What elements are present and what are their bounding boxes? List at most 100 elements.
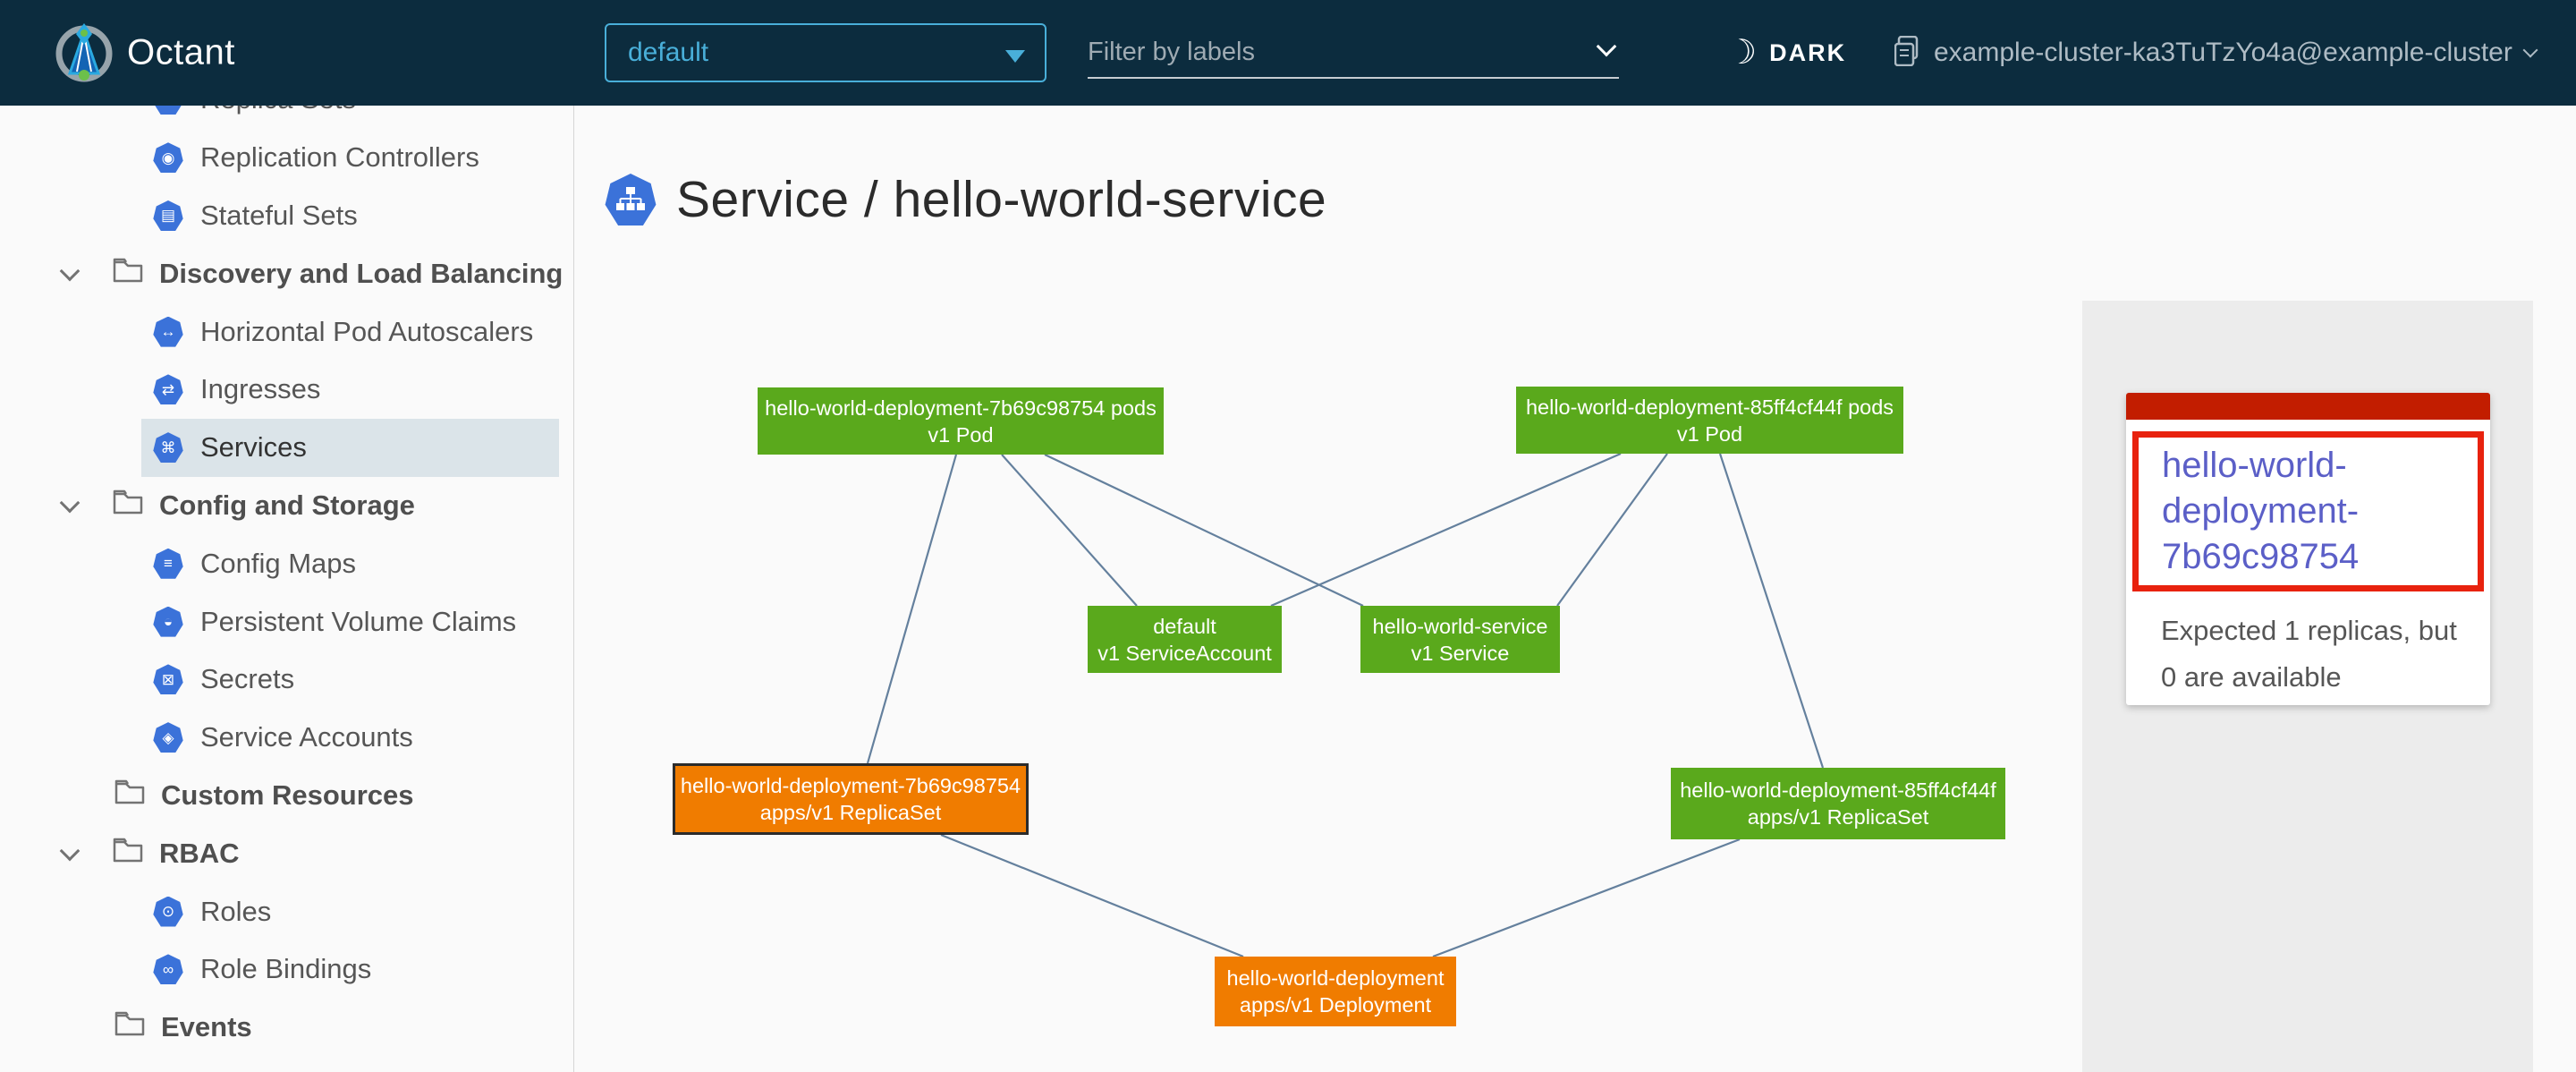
hpa-icon: ↔ — [153, 317, 183, 347]
sidebar-item-label: Persistent Volume Claims — [200, 606, 516, 638]
chevron-down-icon[interactable] — [60, 260, 80, 281]
sidebar-item-custom-resources[interactable]: Custom Resources — [0, 767, 573, 825]
sidebar-item-role-bindings[interactable]: ∞Role Bindings — [0, 940, 573, 999]
sidebar-item-label: Replica Sets — [200, 106, 356, 115]
graph-node-kind: apps/v1 ReplicaSet — [1748, 804, 1928, 830]
graph-node-pods-7b69c98754[interactable]: hello-world-deployment-7b69c98754 podsv1… — [758, 387, 1164, 455]
sidebar-item-label: Config and Storage — [159, 489, 415, 522]
sidebar-item-horizontal-pod-autoscalers[interactable]: ↔ Horizontal Pod Autoscalers — [0, 302, 573, 361]
folder-icon — [114, 1011, 161, 1043]
sidebar-item-label: Stateful Sets — [200, 200, 358, 232]
alert-card: hello-world-deployment-7b69c98754 Expect… — [2126, 393, 2490, 705]
graph-edge-pods-85ff4cf44f--replicaset-85ff4cf44f — [1720, 454, 1823, 768]
graph-node-kind: v1 Pod — [1677, 421, 1742, 447]
graph-node-deployment-hello-world[interactable]: hello-world-deploymentapps/v1 Deployment — [1215, 957, 1456, 1026]
role-binding-icon: ∞ — [153, 954, 183, 984]
graph-node-replicaset-7b69c98754[interactable]: hello-world-deployment-7b69c98754apps/v1… — [673, 763, 1029, 835]
theme-toggle-label: DARK — [1769, 39, 1846, 67]
sidebar-item-label: Secrets — [200, 663, 294, 695]
service-account-icon: ◈ — [153, 722, 183, 753]
sidebar-item-label: Events — [161, 1011, 252, 1043]
main-content: Service / hello-world-service SummaryRes… — [574, 106, 2576, 1072]
alert-highlight-box: hello-world-deployment-7b69c98754 — [2132, 431, 2484, 591]
sidebar-item-label: Horizontal Pod Autoscalers — [200, 316, 533, 348]
graph-edge-pods-85ff4cf44f--serviceaccount-default — [1271, 454, 1621, 606]
folder-icon — [113, 258, 159, 290]
caret-down-icon — [1005, 50, 1025, 63]
graph-node-kind: v1 ServiceAccount — [1097, 640, 1272, 667]
alert-message: Expected 1 replicas, but 0 are available — [2161, 608, 2474, 701]
cluster-context-label: example-cluster-ka3TuTzYo4a@example-clus… — [1934, 38, 2512, 68]
namespace-selector[interactable]: default — [605, 23, 1046, 82]
sidebar-item-secrets[interactable]: ⊠ Secrets — [0, 651, 573, 709]
sidebar-item-replication-controllers[interactable]: ◉Replication Controllers — [0, 129, 573, 187]
sidebar: ⊞ Replica Sets ◉Replication Controllers ▤ St… — [0, 106, 574, 1072]
graph-node-name: hello-world-deployment-85ff4cf44f pods — [1526, 394, 1894, 421]
app-header: Octant default ☾ DARK example-cluster-ka… — [0, 0, 2576, 106]
role-icon: ⊙ — [153, 897, 183, 927]
chevron-down-icon[interactable] — [60, 840, 80, 861]
graph-edge-replicaset-85ff4cf44f--deployment-hello-world — [1433, 839, 1740, 957]
graph-edge-replicaset-7b69c98754--deployment-hello-world — [941, 835, 1243, 957]
page-title: Service / hello-world-service — [676, 170, 1326, 229]
graph-node-name: hello-world-deployment-7b69c98754 pods — [765, 395, 1157, 421]
theme-toggle-button[interactable]: ☾ DARK — [1726, 0, 1846, 106]
sidebar-item-ingresses[interactable]: ⇄ Ingresses — [0, 361, 573, 419]
ingress-icon: ⇄ — [153, 374, 183, 404]
sidebar-item-persistent-volume-claims[interactable]: ◒ Persistent Volume Claims — [0, 592, 573, 651]
namespace-value: default — [628, 38, 708, 68]
sidebar-item-label: Replication Controllers — [200, 141, 479, 174]
sidebar-item-label: Roles — [200, 896, 271, 928]
service-icon: ⌘ — [153, 432, 183, 463]
sidebar-item-config-and-storage[interactable]: Config and Storage — [0, 477, 573, 535]
graph-node-service-hello-world[interactable]: hello-world-servicev1 Service — [1360, 606, 1560, 673]
config-map-icon: ≡ — [153, 549, 183, 579]
sidebar-item-events[interactable]: Events — [0, 999, 573, 1057]
sidebar-item-stateful-sets[interactable]: ▤ Stateful Sets — [0, 187, 573, 245]
sidebar-item-discovery-and-load-balancing[interactable]: Discovery and Load Balancing — [0, 244, 573, 302]
folder-icon — [113, 489, 159, 522]
stateful-set-icon: ▤ — [153, 200, 183, 231]
graph-node-kind: apps/v1 ReplicaSet — [760, 799, 941, 826]
sidebar-item-replica-sets[interactable]: ⊞ Replica Sets — [0, 106, 573, 129]
chevron-down-icon[interactable] — [60, 493, 80, 514]
graph-node-replicaset-85ff4cf44f[interactable]: hello-world-deployment-85ff4cf44fapps/v1… — [1671, 768, 2005, 839]
secret-icon: ⊠ — [153, 664, 183, 694]
graph-node-name: hello-world-deployment — [1227, 965, 1445, 991]
replicaset-link[interactable]: hello-world-deployment-7b69c98754 — [2162, 443, 2465, 580]
folder-icon — [114, 779, 161, 812]
app-title: Octant — [127, 33, 235, 73]
graph-edge-pods-7b69c98754--service-hello-world — [1045, 455, 1363, 606]
page-header: Service / hello-world-service — [605, 170, 1326, 229]
graph-node-serviceaccount-default[interactable]: defaultv1 ServiceAccount — [1088, 606, 1282, 673]
graph-node-pods-85ff4cf44f[interactable]: hello-world-deployment-85ff4cf44f podsv1… — [1516, 387, 1903, 454]
cluster-icon — [1894, 36, 1921, 71]
alert-card-header — [2126, 393, 2490, 420]
sidebar-item-label: Discovery and Load Balancing — [159, 258, 563, 290]
graph-edge-pods-7b69c98754--replicaset-7b69c98754 — [868, 455, 956, 763]
label-filter — [1088, 27, 1619, 79]
sidebar-item-service-accounts[interactable]: ◈ Service Accounts — [0, 709, 573, 767]
service-icon — [605, 174, 657, 225]
graph-node-kind: apps/v1 Deployment — [1240, 991, 1431, 1018]
moon-icon: ☾ — [1726, 36, 1757, 70]
sidebar-item-label: Custom Resources — [161, 779, 414, 812]
sidebar-item-rbac[interactable]: RBAC — [0, 824, 573, 882]
graph-node-name: default — [1153, 613, 1216, 640]
replica-set-icon: ⊞ — [153, 106, 183, 115]
sidebar-item-label: RBAC — [159, 838, 240, 870]
cluster-selector[interactable]: example-cluster-ka3TuTzYo4a@example-clus… — [1894, 0, 2536, 106]
sidebar-item-services[interactable]: ⌘Services — [0, 419, 573, 477]
label-filter-input[interactable] — [1088, 27, 1619, 77]
sidebar-item-roles[interactable]: ⊙ Roles — [0, 882, 573, 940]
sidebar-item-label: Config Maps — [200, 548, 356, 580]
graph-node-name: hello-world-deployment-7b69c98754 — [681, 772, 1021, 799]
sidebar-item-label: Ingresses — [200, 373, 320, 405]
graph-edge-pods-7b69c98754--serviceaccount-default — [1002, 455, 1137, 606]
octant-logo-icon — [54, 21, 114, 82]
sidebar-item-config-maps[interactable]: ≡ Config Maps — [0, 534, 573, 592]
pvc-icon: ◒ — [153, 607, 183, 637]
sidebar-item-label: Service Accounts — [200, 721, 413, 753]
graph-node-name: hello-world-service — [1373, 613, 1548, 640]
graph-node-kind: v1 Pod — [928, 421, 993, 448]
